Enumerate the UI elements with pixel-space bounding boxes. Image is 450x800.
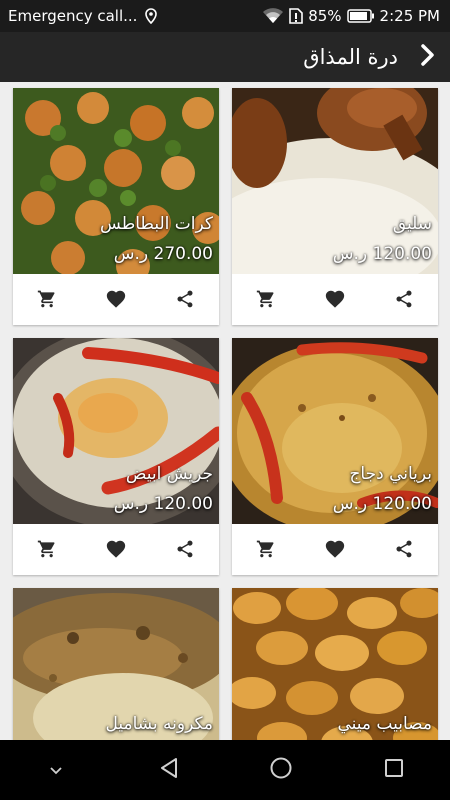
cart-icon: [256, 539, 276, 563]
recents-nav-button[interactable]: [369, 748, 419, 792]
share-icon: [394, 539, 414, 563]
hide-nav-button[interactable]: [31, 748, 81, 792]
share-button[interactable]: [384, 283, 424, 319]
square-recents-icon: [383, 757, 405, 783]
home-nav-button[interactable]: [256, 748, 306, 792]
cart-icon: [37, 539, 57, 563]
battery-icon: [346, 9, 375, 23]
sim-alert-icon: [289, 8, 304, 24]
back-nav-button[interactable]: [144, 748, 194, 792]
add-to-cart-button[interactable]: [246, 283, 286, 319]
product-card[interactable]: كرات البطاطس 270.00 ر.س: [13, 88, 219, 325]
heart-icon: [324, 288, 346, 314]
add-to-cart-button[interactable]: [27, 533, 67, 569]
product-card[interactable]: مكرونه بشاميل: [13, 588, 219, 740]
system-nav-bar: [0, 740, 450, 800]
card-actions: [13, 277, 219, 325]
wifi-icon: [262, 8, 284, 24]
favorite-button[interactable]: [96, 533, 136, 569]
share-button[interactable]: [165, 533, 205, 569]
card-actions: [232, 527, 438, 575]
location-icon: [145, 8, 158, 24]
clock-time: 2:25 PM: [379, 7, 440, 25]
chevron-down-icon: [48, 761, 64, 780]
card-actions: [232, 277, 438, 325]
share-icon: [394, 289, 414, 313]
back-button[interactable]: [412, 37, 444, 77]
circle-home-icon: [269, 756, 293, 784]
share-button[interactable]: [165, 283, 205, 319]
page-title: درة المذاق: [303, 45, 398, 69]
heart-icon: [324, 538, 346, 564]
add-to-cart-button[interactable]: [27, 283, 67, 319]
share-button[interactable]: [384, 533, 424, 569]
cart-icon: [256, 289, 276, 313]
triangle-back-icon: [157, 756, 181, 784]
card-actions: [13, 527, 219, 575]
product-name: كرات البطاطس: [100, 214, 213, 234]
chevron-right-icon: [420, 44, 436, 70]
battery-percent: 85%: [308, 7, 342, 25]
heart-icon: [105, 288, 127, 314]
product-card[interactable]: سليق 120.00 ر.س: [232, 88, 438, 325]
share-icon: [175, 539, 195, 563]
product-price: 120.00 ر.س: [113, 494, 213, 514]
carrier-text: Emergency call...: [8, 7, 138, 25]
app-bar: درة المذاق: [0, 32, 450, 82]
product-card[interactable]: مصابيب ميني: [232, 588, 438, 740]
product-card[interactable]: جريش ابيض 120.00 ر.س: [13, 338, 219, 575]
product-name: برياني دجاج: [349, 464, 432, 484]
product-price: 120.00 ر.س: [332, 494, 432, 514]
product-name: مكرونه بشاميل: [105, 714, 213, 734]
favorite-button[interactable]: [96, 283, 136, 319]
favorite-button[interactable]: [315, 283, 355, 319]
product-card[interactable]: برياني دجاج 120.00 ر.س: [232, 338, 438, 575]
product-name: مصابيب ميني: [337, 714, 432, 734]
product-price: 120.00 ر.س: [332, 244, 432, 264]
product-name: سليق: [392, 214, 432, 234]
share-icon: [175, 289, 195, 313]
product-price: 270.00 ر.س: [113, 244, 213, 264]
product-grid[interactable]: سليق 120.00 ر.س كرات البطاطس 270.00 ر.س …: [0, 82, 450, 740]
status-bar: Emergency call... 85% 2:25 PM: [0, 0, 450, 32]
cart-icon: [37, 289, 57, 313]
product-name: جريش ابيض: [125, 464, 213, 484]
add-to-cart-button[interactable]: [246, 533, 286, 569]
heart-icon: [105, 538, 127, 564]
favorite-button[interactable]: [315, 533, 355, 569]
